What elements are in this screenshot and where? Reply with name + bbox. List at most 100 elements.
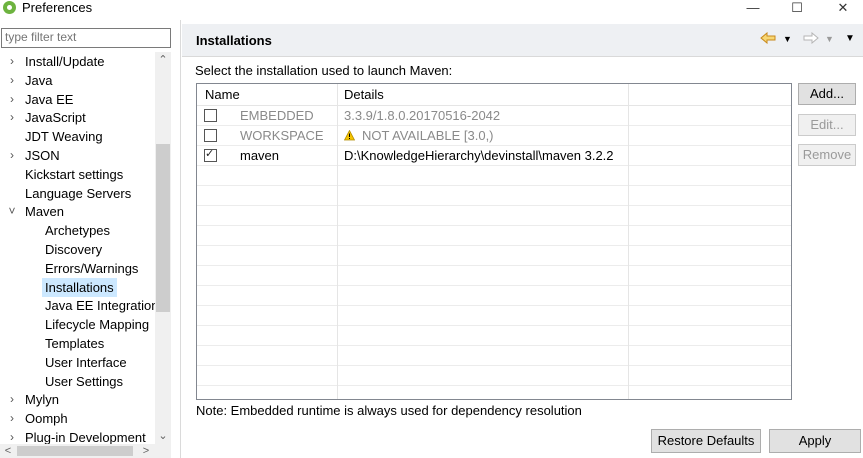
installation-checkbox[interactable] — [204, 147, 217, 162]
app-icon — [3, 1, 16, 14]
collapsed-chevron-icon[interactable]: › — [6, 409, 18, 428]
tree-item[interactable]: › JSON — [0, 146, 155, 165]
remove-button[interactable]: Remove — [798, 144, 856, 166]
tree-item[interactable]: Kickstart settings — [0, 165, 155, 184]
scroll-right-icon[interactable]: > — [138, 444, 154, 458]
page-header: Installations ▼ ▼ ▼ — [182, 24, 863, 57]
apply-button[interactable]: Apply — [769, 429, 861, 453]
tree-item-label: Install/Update — [25, 54, 105, 69]
collapsed-chevron-icon[interactable]: › — [6, 52, 18, 71]
collapsed-chevron-icon[interactable]: › — [6, 90, 18, 109]
tree-item-label: Language Servers — [25, 185, 132, 201]
tree-item-label: Installations — [42, 277, 117, 297]
table-row — [197, 366, 791, 386]
table-row[interactable]: EMBEDDED 3.3.9/1.8.0.20170516-2042 — [197, 106, 791, 126]
installation-name: EMBEDDED — [240, 108, 314, 123]
tree-item-label: Discovery — [45, 242, 103, 257]
tree-item[interactable]: Archetypes — [0, 221, 155, 240]
scroll-left-icon[interactable]: < — [0, 444, 16, 458]
tree-item-label: Mylyn — [25, 392, 59, 408]
hscroll-thumb[interactable] — [17, 446, 133, 456]
tree-vertical-scrollbar[interactable]: ⌃ ⌄ — [155, 52, 171, 444]
tree-item[interactable]: Discovery — [0, 240, 155, 259]
installation-details-text: 3.3.9/1.8.0.20170516-2042 — [344, 108, 501, 123]
collapsed-chevron-icon[interactable]: › — [6, 108, 18, 127]
filter-input[interactable] — [2, 29, 168, 45]
table-row — [197, 346, 791, 366]
window-title: Preferences — [22, 0, 93, 15]
edit-button[interactable]: Edit... — [798, 114, 856, 136]
view-menu-icon[interactable]: ▼ — [845, 30, 855, 48]
tree-item-label: JDT Weaving — [25, 129, 103, 145]
collapsed-chevron-icon[interactable]: › — [6, 390, 18, 409]
pane-splitter[interactable] — [180, 20, 181, 458]
tree-item[interactable]: Language Servers — [0, 184, 155, 203]
back-menu-chevron-icon[interactable]: ▼ — [783, 30, 792, 48]
tree-item-label: Archetypes — [45, 223, 111, 239]
tree-item[interactable]: › Mylyn — [0, 390, 155, 409]
table-row[interactable]: WORKSPACE NOT AVAILABLE [3.0,) — [197, 126, 791, 146]
table-row[interactable]: maven D:\KnowledgeHierarchy\devinstall\ma… — [197, 146, 791, 166]
tree-item-label: JSON — [25, 148, 60, 163]
tree-item-label: Kickstart settings — [25, 166, 124, 182]
installation-details: 3.3.9/1.8.0.20170516-2042 — [344, 108, 500, 123]
tree-item[interactable]: JDT Weaving — [0, 127, 155, 146]
tree-item[interactable]: › Plug-in Development — [0, 428, 155, 444]
tree-item[interactable]: Lifecycle Mapping — [0, 315, 155, 334]
maximize-button[interactable]: ☐ — [782, 0, 812, 18]
description-label: Select the installation used to launch M… — [195, 63, 453, 78]
collapsed-chevron-icon[interactable]: › — [6, 428, 18, 444]
back-arrow-icon — [760, 31, 776, 45]
preferences-tree: › Install/Update › Java › Java EE › JavaScript J… — [0, 52, 172, 444]
scroll-up-icon[interactable]: ⌃ — [155, 52, 171, 68]
table-header: Name Details — [197, 84, 791, 106]
installation-details-text: D:\KnowledgeHierarchy\devinstall\maven 3… — [344, 148, 614, 163]
tree-item-label: Java EE — [25, 91, 74, 107]
tree-item[interactable]: User Settings — [0, 372, 155, 391]
back-button[interactable] — [760, 30, 776, 48]
column-header-name[interactable]: Name — [205, 87, 240, 102]
installation-checkbox[interactable] — [204, 129, 217, 142]
tree-item[interactable]: Java EE Integration — [0, 296, 159, 315]
installation-checkbox[interactable] — [204, 109, 217, 122]
forward-menu-chevron-icon[interactable]: ▼ — [825, 30, 834, 48]
tree-item[interactable]: › Install/Update — [0, 52, 155, 71]
table-row — [197, 206, 791, 226]
expanded-chevron-icon[interactable]: ˅ — [6, 202, 18, 221]
tree-item-label: User Settings — [45, 373, 124, 389]
minimize-button[interactable]: — — [738, 0, 768, 18]
tree-item[interactable]: › Java EE — [0, 90, 155, 109]
tree-item[interactable]: Installations — [0, 277, 155, 297]
close-button[interactable]: ✕ — [828, 0, 858, 18]
tree-item[interactable]: › JavaScript — [0, 108, 155, 127]
scroll-thumb[interactable] — [156, 144, 170, 312]
installation-name: maven — [240, 148, 280, 163]
tree-item-label: Oomph — [25, 411, 68, 427]
tree-item[interactable]: Templates — [0, 334, 155, 353]
tree-item-label: Java — [25, 72, 53, 88]
collapsed-chevron-icon[interactable]: › — [6, 146, 18, 165]
table-row — [197, 266, 791, 286]
table-row — [197, 226, 791, 246]
tree-item[interactable]: ˅ Maven — [0, 202, 155, 221]
scroll-down-icon[interactable]: ⌄ — [155, 428, 171, 444]
installation-details: D:\KnowledgeHierarchy\devinstall\maven 3… — [344, 148, 614, 163]
installations-table[interactable]: Name Details EMBEDDED 3.3.9/1.8.0.2017051… — [196, 83, 792, 400]
tree-item[interactable]: › Java — [0, 71, 155, 90]
column-header-details[interactable]: Details — [344, 87, 384, 102]
table-row — [197, 286, 791, 306]
filter-field[interactable] — [1, 28, 171, 48]
tree-item-label: Java EE Integration — [45, 298, 159, 314]
forward-button[interactable] — [803, 30, 819, 48]
restore-defaults-button[interactable]: Restore Defaults — [651, 429, 761, 453]
tree-horizontal-scrollbar[interactable]: < > — [0, 444, 171, 458]
tree-item[interactable]: User Interface — [0, 353, 155, 372]
tree-item-label: Lifecycle Mapping — [45, 317, 150, 333]
add-button[interactable]: Add... — [798, 83, 856, 105]
forward-arrow-icon — [803, 31, 819, 45]
tree-item-label: Maven — [25, 204, 65, 220]
collapsed-chevron-icon[interactable]: › — [6, 71, 18, 90]
tree-item[interactable]: › Oomph — [0, 409, 155, 428]
tree-item-label: Plug-in Development — [25, 430, 146, 444]
tree-item[interactable]: Errors/Warnings — [0, 259, 155, 278]
